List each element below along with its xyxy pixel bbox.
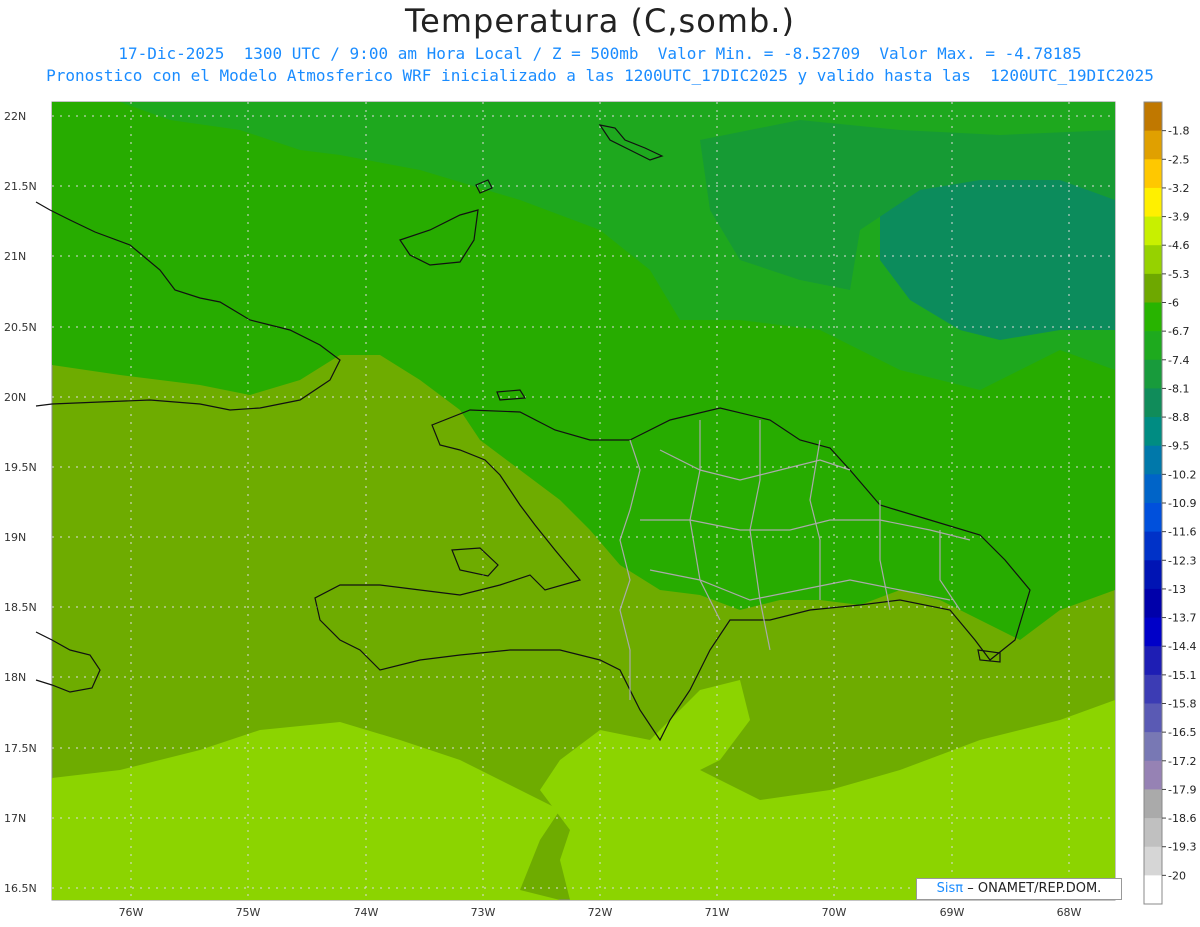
colorbar-swatch xyxy=(1144,617,1162,647)
colorbar-label: -6 xyxy=(1168,297,1179,310)
credit-brand: Sisπ xyxy=(936,881,964,896)
svg-text:21N: 21N xyxy=(4,250,26,263)
colorbar-label: -19.3 xyxy=(1168,841,1196,854)
colorbar-swatch xyxy=(1144,245,1162,275)
colorbar-swatch xyxy=(1144,273,1162,303)
colorbar-swatch xyxy=(1144,531,1162,561)
colorbar: -1.8 -2.5 -3.2 -3.9 -4.6 -5.3 -6 -6.7 -7.4 -8.1 -8… xyxy=(1143,101,1196,905)
colorbar-swatch xyxy=(1144,646,1162,676)
svg-text:16.5N: 16.5N xyxy=(4,882,37,895)
colorbar-label: -3.2 xyxy=(1168,182,1189,195)
colorbar-swatch xyxy=(1144,216,1162,246)
svg-text:18.5N: 18.5N xyxy=(4,601,37,614)
colorbar-label: -5.3 xyxy=(1168,268,1189,281)
colorbar-swatch xyxy=(1144,503,1162,533)
svg-text:19N: 19N xyxy=(4,531,26,544)
svg-text:17N: 17N xyxy=(4,812,26,825)
colorbar-swatch xyxy=(1144,445,1162,475)
colorbar-label: -1.8 xyxy=(1168,125,1189,138)
colorbar-label: -10.2 xyxy=(1168,468,1196,481)
colorbar-label: -14.4 xyxy=(1168,640,1196,653)
colorbar-swatch xyxy=(1144,732,1162,762)
colorbar-label: -9.5 xyxy=(1168,440,1189,453)
colorbar-label: -18.6 xyxy=(1168,812,1196,825)
svg-text:21.5N: 21.5N xyxy=(4,180,37,193)
colorbar-swatch xyxy=(1144,846,1162,876)
svg-text:73W: 73W xyxy=(471,906,496,919)
svg-text:22N: 22N xyxy=(4,110,26,123)
colorbar-swatch xyxy=(1144,760,1162,790)
colorbar-swatch xyxy=(1144,789,1162,819)
colorbar-swatch xyxy=(1144,187,1162,218)
colorbar-swatch xyxy=(1144,474,1162,504)
colorbar-swatch xyxy=(1144,388,1162,418)
colorbar-swatch xyxy=(1144,560,1162,590)
colorbar-label: -10.9 xyxy=(1168,497,1196,510)
colorbar-label: -11.6 xyxy=(1168,526,1196,539)
colorbar-swatch xyxy=(1144,674,1162,704)
colorbar-swatch xyxy=(1144,818,1162,848)
colorbar-label: -8.1 xyxy=(1168,382,1189,395)
colorbar-swatch xyxy=(1144,588,1162,619)
longitude-labels: 76W 75W 74W 73W 72W 71W 70W 69W 68W xyxy=(119,906,1082,919)
colorbar-swatch xyxy=(1144,302,1162,332)
colorbar-label: -6.7 xyxy=(1168,325,1189,338)
colorbar-swatch xyxy=(1144,875,1162,905)
colorbar-label: -12.3 xyxy=(1168,554,1196,567)
colorbar-swatch xyxy=(1144,703,1162,733)
svg-text:20N: 20N xyxy=(4,391,26,404)
svg-text:68W: 68W xyxy=(1057,906,1082,919)
colorbar-label: -8.8 xyxy=(1168,411,1189,424)
colorbar-label: -3.9 xyxy=(1168,211,1189,224)
colorbar-label: -4.6 xyxy=(1168,239,1189,252)
credit-text: – ONAMET/REP.DOM. xyxy=(967,881,1102,896)
colorbar-label: -15.8 xyxy=(1168,698,1196,711)
latitude-labels: 22N 21.5N 21N 20.5N 20N 19.5N 19N 18.5N … xyxy=(4,110,37,895)
svg-text:18N: 18N xyxy=(4,671,26,684)
svg-text:70W: 70W xyxy=(822,906,847,919)
colorbar-label: -17.9 xyxy=(1168,783,1196,796)
colorbar-swatch xyxy=(1144,102,1162,132)
weather-map: 22N 21.5N 21N 20.5N 20N 19.5N 19N 18.5N … xyxy=(4,101,1196,919)
colorbar-swatch xyxy=(1144,417,1162,447)
colorbar-label: -13 xyxy=(1168,583,1186,596)
svg-text:74W: 74W xyxy=(354,906,379,919)
svg-text:71W: 71W xyxy=(705,906,730,919)
svg-text:72W: 72W xyxy=(588,906,613,919)
colorbar-swatch xyxy=(1144,130,1162,160)
colorbar-label: -13.7 xyxy=(1168,612,1196,625)
svg-text:69W: 69W xyxy=(940,906,965,919)
svg-text:19.5N: 19.5N xyxy=(4,461,37,474)
colorbar-swatch xyxy=(1144,331,1162,361)
colorbar-swatch xyxy=(1144,359,1162,389)
colorbar-label: -7.4 xyxy=(1168,354,1189,367)
svg-text:17.5N: 17.5N xyxy=(4,742,37,755)
svg-text:20.5N: 20.5N xyxy=(4,321,37,334)
colorbar-label: -16.5 xyxy=(1168,726,1196,739)
svg-text:76W: 76W xyxy=(119,906,144,919)
colorbar-label: -2.5 xyxy=(1168,153,1189,166)
credit-box: Sisπ – ONAMET/REP.DOM. xyxy=(916,878,1122,900)
svg-text:75W: 75W xyxy=(236,906,261,919)
colorbar-swatch xyxy=(1144,159,1162,189)
colorbar-label: -20 xyxy=(1168,869,1186,882)
colorbar-label: -17.2 xyxy=(1168,755,1196,768)
colorbar-label: -15.1 xyxy=(1168,669,1196,682)
